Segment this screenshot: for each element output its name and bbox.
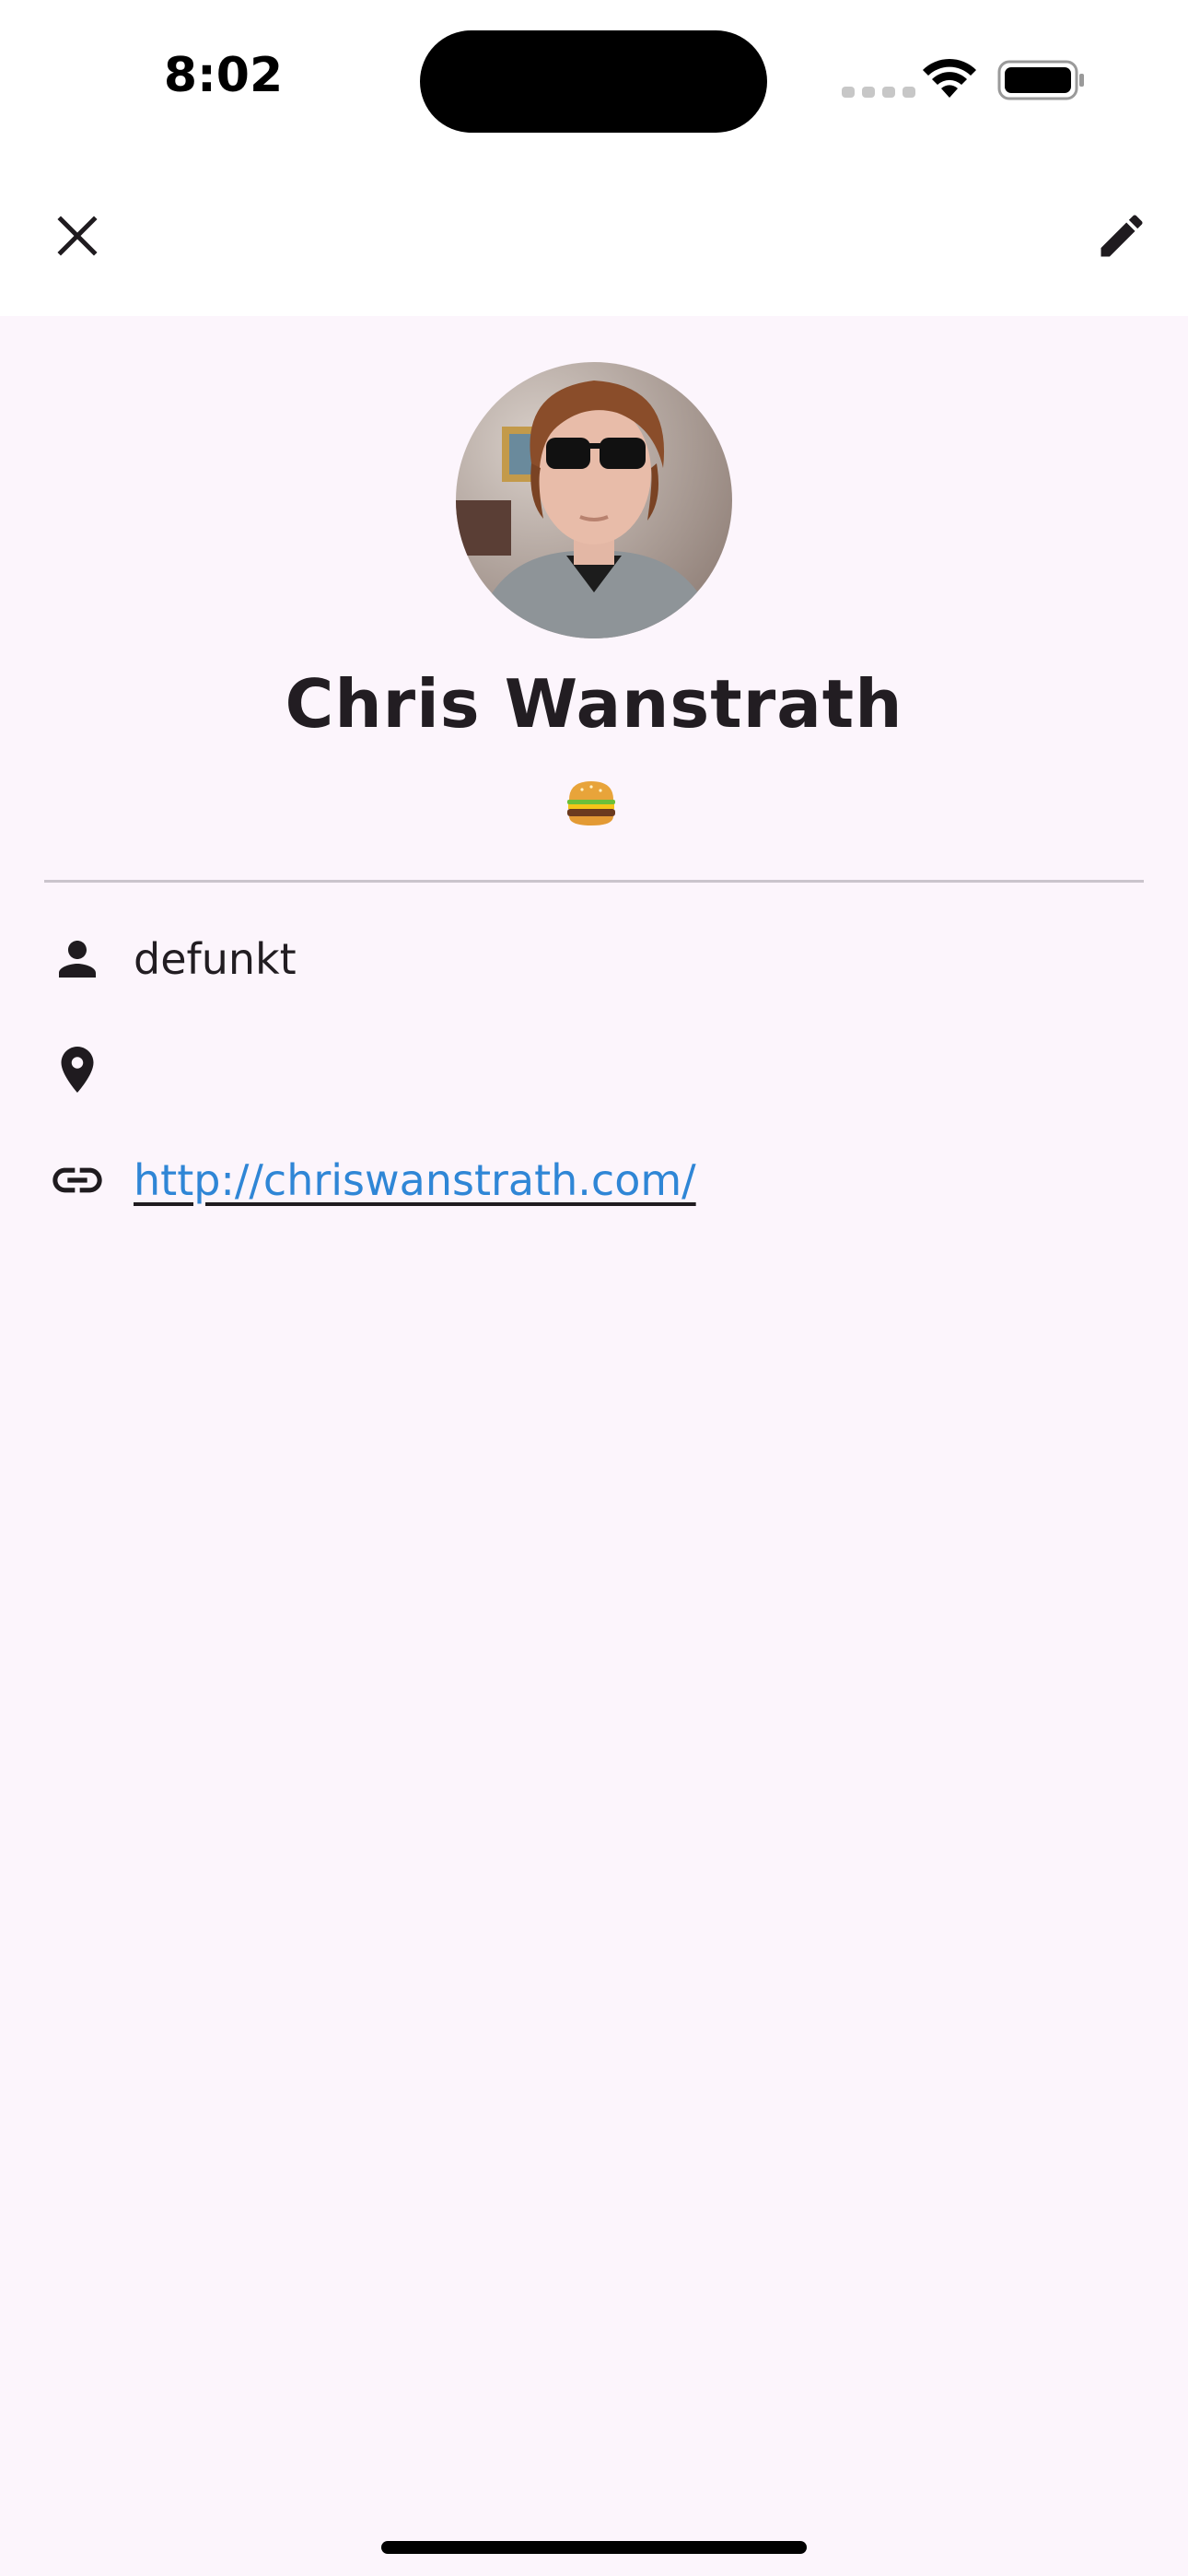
wifi-icon <box>923 58 976 98</box>
status-bar: 8:02 <box>0 0 1188 157</box>
dynamic-island <box>420 30 767 133</box>
close-button[interactable] <box>41 199 114 273</box>
status-time: 8:02 <box>163 48 284 103</box>
avatar <box>456 362 732 638</box>
pencil-icon <box>1101 215 1143 257</box>
username-text: defunkt <box>134 934 297 984</box>
person-icon <box>44 926 111 992</box>
app-bar <box>0 157 1188 316</box>
website-row: http://chriswanstrath.com/ <box>44 1139 1144 1222</box>
username-row: defunkt <box>44 918 1144 1001</box>
edit-button[interactable] <box>1085 199 1159 273</box>
close-icon <box>57 216 98 256</box>
battery-icon <box>997 60 1084 100</box>
home-indicator[interactable] <box>381 2541 807 2554</box>
link-icon <box>44 1147 111 1213</box>
location-row <box>44 1028 1144 1111</box>
divider <box>44 880 1144 883</box>
cellular-signal-icon <box>842 87 915 98</box>
website-link[interactable]: http://chriswanstrath.com/ <box>134 1155 696 1205</box>
hamburger-emoji-icon <box>567 781 615 825</box>
profile-name: Chris Wanstrath <box>285 665 903 743</box>
location-pin-icon <box>44 1036 111 1103</box>
